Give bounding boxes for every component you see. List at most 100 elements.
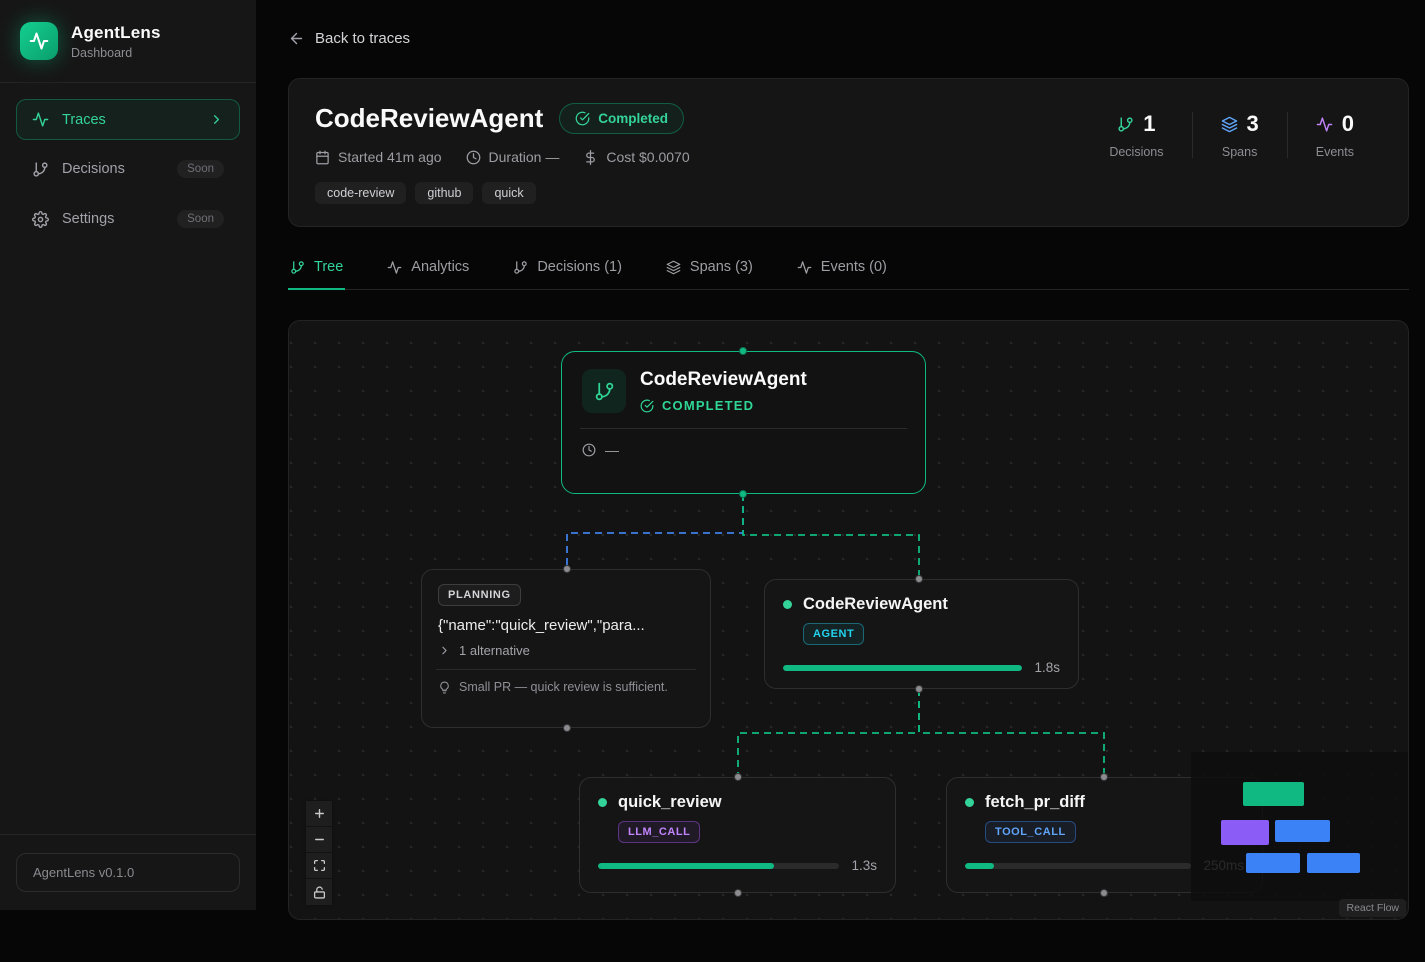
app-root: AgentLens Dashboard Traces Decisions Soo… [0,0,1425,920]
stat-value: 0 [1342,111,1354,137]
node-title: CodeReviewAgent [640,369,807,391]
node-duration: 1.3s [851,858,877,873]
tab-decisions[interactable]: Decisions (1) [511,257,624,289]
duration-bar-fill [783,665,1022,671]
node-handle[interactable] [915,685,923,693]
flow-node-quick-review[interactable]: quick_review LLM_CALL 1.3s [579,777,896,893]
react-flow-attribution[interactable]: React Flow [1339,899,1406,917]
minimap-node-llm [1246,853,1300,873]
tab-label: Analytics [411,259,469,275]
stat-spans: 3 Spans [1193,111,1287,159]
node-handle[interactable] [563,724,571,732]
sidebar-item-label: Decisions [62,161,125,177]
zoom-in-button[interactable] [306,801,332,827]
node-handle[interactable] [915,575,923,583]
calendar-icon [315,150,330,165]
node-title: quick_review [618,793,722,812]
app-subtitle: Dashboard [71,46,161,60]
tag: github [415,182,473,204]
page-title: CodeReviewAgent [315,103,543,134]
stat-label: Spans [1221,145,1259,159]
node-handle[interactable] [1100,889,1108,897]
tab-analytics[interactable]: Analytics [385,257,471,289]
zoom-out-button[interactable] [306,827,332,853]
lock-toggle-button[interactable] [306,879,332,905]
activity-icon [387,260,402,275]
duration-bar [783,665,1022,671]
stat-label: Decisions [1109,145,1163,159]
node-handle[interactable] [739,490,747,498]
flow-node-root-agent[interactable]: CodeReviewAgent COMPLETED — [561,351,926,494]
stat-value: 3 [1247,111,1259,137]
duration-bar [965,863,1191,869]
tab-tree[interactable]: Tree [288,257,345,289]
node-handle[interactable] [734,773,742,781]
activity-icon [29,31,49,51]
sidebar-item-traces[interactable]: Traces [16,99,240,140]
node-title: CodeReviewAgent [803,595,948,614]
started-meta: Started 41m ago [315,149,442,165]
duration-bar-fill [598,863,774,869]
duration-label: Duration — [489,149,560,165]
span-type-badge: TOOL_CALL [985,821,1076,843]
chevron-right-icon [209,112,224,127]
trace-stats: 1 Decisions 3 Spans [1081,111,1382,159]
check-circle-icon [575,111,590,126]
fit-view-button[interactable] [306,853,332,879]
soon-badge: Soon [177,210,224,228]
status-badge: Completed [559,103,684,134]
activity-icon [32,111,49,128]
lightbulb-icon [438,681,451,694]
layers-icon [666,260,681,275]
flow-minimap[interactable] [1191,752,1408,901]
sidebar-item-settings[interactable]: Settings Soon [16,198,240,240]
sidebar-item-decisions[interactable]: Decisions Soon [16,148,240,190]
app-name: AgentLens [71,23,161,43]
tab-events[interactable]: Events (0) [795,257,889,289]
node-handle[interactable] [734,889,742,897]
node-handle[interactable] [1100,773,1108,781]
flow-node-planning-decision[interactable]: PLANNING {"name":"quick_review","para...… [421,569,711,728]
flow-canvas[interactable]: CodeReviewAgent COMPLETED — [288,320,1409,920]
chevron-right-icon [438,644,451,657]
git-branch-icon [1117,116,1134,133]
span-type-badge: AGENT [803,623,864,645]
tab-label: Events (0) [821,259,887,275]
back-to-traces-link[interactable]: Back to traces [288,30,410,47]
node-handle[interactable] [739,347,747,355]
dollar-icon [583,150,598,165]
started-label: Started 41m ago [338,149,442,165]
decision-value: {"name":"quick_review","para... [438,617,694,634]
divider [580,428,907,429]
sidebar-nav: Traces Decisions Soon Settings Soon [0,83,256,834]
trace-header-card: CodeReviewAgent Completed Started 41m ag… [288,78,1409,227]
tab-label: Decisions (1) [537,259,622,275]
span-type-badge: LLM_CALL [618,821,700,843]
stat-decisions: 1 Decisions [1081,111,1191,159]
flow-controls [306,801,332,905]
duration-meta: Duration — [466,149,560,165]
sidebar-header: AgentLens Dashboard [0,0,256,83]
sidebar-item-label: Settings [62,211,114,227]
trace-meta: Started 41m ago Duration — Cost $0.0070 [315,149,690,165]
tab-spans[interactable]: Spans (3) [664,257,755,289]
tab-label: Spans (3) [690,259,753,275]
duration-bar [598,863,839,869]
sidebar: AgentLens Dashboard Traces Decisions Soo… [0,0,256,910]
arrow-left-icon [288,30,305,47]
decision-alternatives-toggle[interactable]: 1 alternative [438,643,694,658]
git-branch-icon [290,260,305,275]
minimap-node-decision [1221,820,1269,845]
sidebar-footer: AgentLens v0.1.0 [0,834,256,910]
tab-label: Tree [314,259,343,275]
git-branch-icon [32,161,49,178]
stat-events: 0 Events [1288,111,1382,159]
layers-icon [1221,116,1238,133]
app-version: AgentLens v0.1.0 [16,853,240,892]
flow-node-agent-span[interactable]: CodeReviewAgent AGENT 1.8s [764,579,1079,689]
minimap-node-agent [1275,820,1330,842]
status-dot [783,600,792,609]
clock-icon [466,150,481,165]
stat-label: Events [1316,145,1354,159]
node-handle[interactable] [563,565,571,573]
